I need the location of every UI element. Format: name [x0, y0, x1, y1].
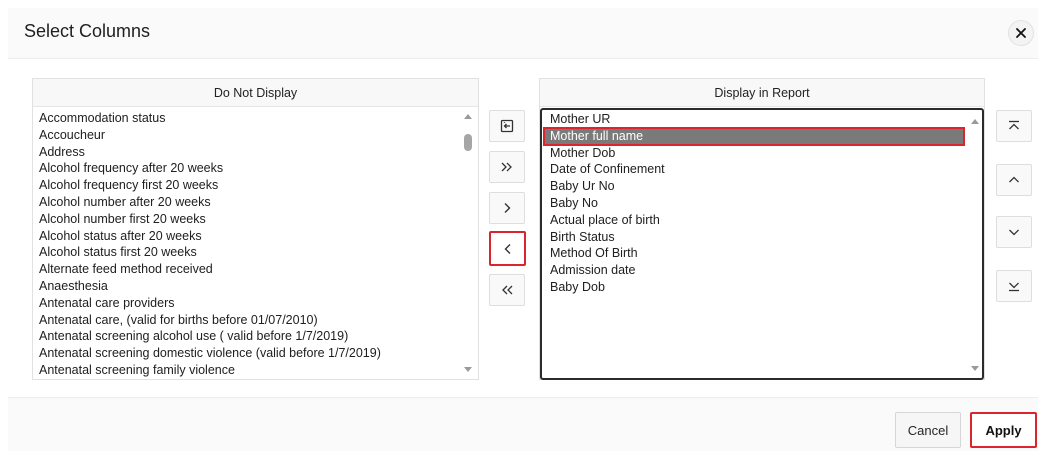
do-not-display-header: Do Not Display: [33, 79, 478, 107]
move-left-button[interactable]: [489, 231, 526, 266]
list-item[interactable]: Alcohol status first 20 weeks: [33, 244, 460, 261]
move-left-icon: [504, 243, 510, 254]
apply-button[interactable]: Apply: [970, 412, 1037, 448]
move-all-right-button[interactable]: [489, 151, 525, 183]
list-item[interactable]: Antenatal screening domestic violence (v…: [33, 345, 460, 362]
display-in-report-list[interactable]: Mother UR Mother full name Mother Dob Date …: [540, 108, 984, 380]
do-not-display-panel: Do Not Display Accommodation status Accou…: [32, 78, 479, 380]
cancel-button[interactable]: Cancel: [895, 412, 961, 448]
move-top-icon: [1009, 120, 1019, 130]
move-down-button[interactable]: [996, 216, 1032, 248]
scroll-up-arrow-icon[interactable]: [464, 114, 472, 119]
reset-button[interactable]: [489, 110, 525, 142]
move-bottom-button[interactable]: [996, 270, 1032, 302]
move-up-button[interactable]: [996, 164, 1032, 196]
move-right-icon: [504, 203, 511, 213]
list-item[interactable]: Antenatal screening alcohol use ( valid …: [33, 328, 460, 345]
move-bottom-icon: [1009, 282, 1019, 292]
dialog-header: Select Columns: [8, 8, 1038, 59]
list-item[interactable]: Mother Dob: [544, 145, 964, 162]
list-item[interactable]: Address: [33, 144, 460, 161]
list-item[interactable]: Antenatal care providers: [33, 295, 460, 312]
close-icon: [1016, 28, 1026, 38]
list-item[interactable]: Alcohol frequency first 20 weeks: [33, 177, 460, 194]
list-item[interactable]: Baby No: [544, 195, 964, 212]
display-in-report-header: Display in Report: [540, 79, 984, 107]
move-down-icon: [1009, 229, 1019, 236]
list-item[interactable]: Alcohol frequency after 20 weeks: [33, 160, 460, 177]
list-item[interactable]: Baby Ur No: [544, 178, 964, 195]
dialog-title: Select Columns: [24, 21, 151, 41]
list-item[interactable]: Accommodation status: [33, 110, 460, 127]
list-item[interactable]: Accoucheur: [33, 127, 460, 144]
list-item[interactable]: Alcohol status after 20 weeks: [33, 228, 460, 245]
scroll-down-arrow-icon[interactable]: [464, 367, 472, 372]
display-in-report-panel: Display in Report Mother UR Mother full n…: [539, 78, 985, 380]
right-list-scrollbar[interactable]: [968, 114, 982, 376]
left-list-scrollbar[interactable]: [461, 109, 475, 377]
move-up-icon: [1009, 176, 1019, 183]
reset-icon: [500, 119, 514, 133]
select-columns-dialog: Select Columns Do Not Display Accommodat…: [0, 0, 1038, 451]
scroll-up-arrow-icon[interactable]: [971, 119, 979, 124]
move-top-button[interactable]: [996, 110, 1032, 142]
list-item[interactable]: Birth Status: [544, 229, 964, 246]
list-item[interactable]: Anaesthesia: [33, 278, 460, 295]
list-item[interactable]: Actual place of birth: [544, 212, 964, 229]
list-item[interactable]: Date of Confinement: [544, 161, 964, 178]
list-item[interactable]: Method Of Birth: [544, 245, 964, 262]
scroll-thumb[interactable]: [464, 134, 472, 151]
scroll-down-arrow-icon[interactable]: [971, 366, 979, 371]
list-item[interactable]: Alcohol number after 20 weeks: [33, 194, 460, 211]
move-right-button[interactable]: [489, 192, 525, 224]
move-all-left-icon: [502, 285, 513, 295]
close-button[interactable]: [1008, 20, 1034, 46]
move-all-right-icon: [501, 162, 512, 172]
list-item[interactable]: Antenatal care, (valid for births before…: [33, 312, 460, 329]
list-item[interactable]: Alcohol number first 20 weeks: [33, 211, 460, 228]
list-item[interactable]: Mother UR: [544, 111, 964, 128]
list-item[interactable]: Mother full name: [543, 126, 965, 146]
list-item[interactable]: Admission date: [544, 262, 964, 279]
dialog-footer: Cancel Apply: [8, 397, 1038, 451]
list-item[interactable]: Alternate feed method received: [33, 261, 460, 278]
move-all-left-button[interactable]: [489, 274, 525, 306]
list-item[interactable]: Antenatal screening family violence: [33, 362, 460, 379]
list-item[interactable]: Baby Dob: [544, 279, 964, 296]
do-not-display-list[interactable]: Accommodation status Accoucheur Address Alc…: [33, 107, 460, 379]
